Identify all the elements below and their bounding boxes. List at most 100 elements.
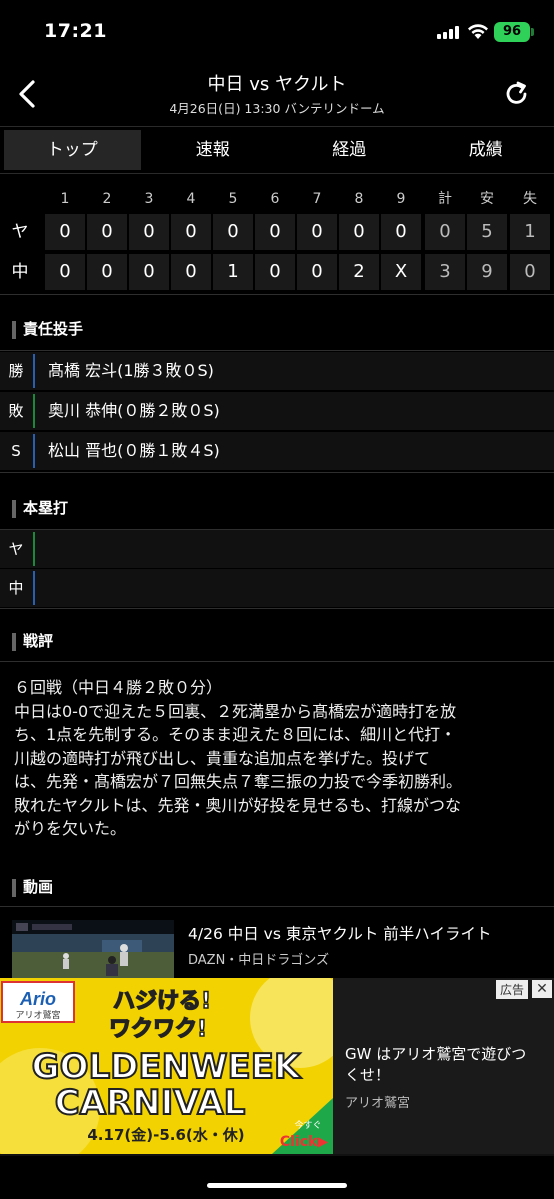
video-item[interactable]: 4/26 中日 vs 東京ヤクルト 前半ハイライト DAZN・中日ドラゴンズ — [0, 912, 554, 980]
team-color-stripe — [33, 571, 35, 605]
inning-score: 0 — [171, 254, 211, 290]
inning-score: 0 — [87, 214, 127, 250]
ad-label: 広告 — [495, 980, 528, 999]
divider — [0, 906, 554, 907]
game-review-text: ６回戦（中日４勝２敗０分） 中日は0-0で迎えた５回裏、２死満塁から髙橋宏が適時… — [14, 676, 542, 841]
home-indicator[interactable] — [207, 1183, 347, 1188]
homerun-row-away: ヤ — [0, 530, 554, 568]
inning-score: 0 — [129, 254, 169, 290]
review-line: は、先発・髙橋宏が７回無失点７奪三振の力投で今季初勝利。 — [14, 772, 463, 791]
section-title: 戦評 — [23, 632, 54, 650]
inning-score: 0 — [45, 214, 85, 250]
video-thumbnail[interactable] — [12, 920, 174, 980]
ad-logo: Ario — [19, 989, 56, 1009]
divider — [0, 472, 554, 473]
tab-live[interactable]: 速報 — [145, 127, 282, 173]
team-abbrev: 中 — [8, 579, 24, 597]
homerun-row-home: 中 — [0, 569, 554, 607]
review-line: 中日は0-0で迎えた５回裏、２死満塁から髙橋宏が適時打を放 — [14, 701, 457, 721]
ad-cta: Click▶ — [280, 1134, 328, 1150]
ad-logo-sub: アリオ鷲宮 — [15, 1009, 60, 1021]
errors-header: 失 — [523, 191, 537, 207]
section-marker — [12, 633, 16, 651]
ad-dates: 4.17(金)-5.6(水・休) — [87, 1126, 244, 1144]
ad-image[interactable]: Ario アリオ鷲宮 ハジける! ワクワク! GOLDENWEEK CARNIV… — [0, 978, 333, 1154]
pitcher-name: 髙橋 宏斗(1勝３敗０S) — [48, 361, 214, 380]
tab-stats[interactable]: 成績 — [418, 127, 554, 173]
section-header-homeruns: 本塁打 — [0, 491, 554, 527]
status-time: 17:21 — [44, 20, 107, 42]
video-title[interactable]: 4/26 中日 vs 東京ヤクルト 前半ハイライト — [188, 922, 492, 944]
divider — [0, 608, 554, 609]
inning-header: 6 — [270, 191, 280, 207]
game-header: 中日 vs ヤクルト 4月26日(日) 13:30 バンテリンドーム — [0, 62, 554, 124]
review-line: 敗れたヤクルトは、先発・奥川が好投を見せるも、打線がつな — [14, 795, 462, 815]
team-color-stripe — [33, 354, 35, 388]
total-runs: 0 — [425, 214, 465, 250]
section-title: 本塁打 — [23, 499, 69, 517]
tab-progress[interactable]: 経過 — [281, 127, 418, 173]
review-line: がりを欠いた。 — [14, 819, 127, 838]
hits-header: 安 — [480, 191, 494, 207]
pitcher-row-loss[interactable]: 敗 奥川 恭伸(０勝２敗０S) — [0, 392, 554, 430]
section-title: 責任投手 — [23, 320, 84, 338]
team-abbrev: ヤ — [8, 540, 24, 558]
inning-score: 0 — [381, 214, 421, 250]
inning-score: 0 — [255, 214, 295, 250]
inning-score: 0 — [87, 254, 127, 290]
divider — [0, 350, 554, 351]
pitcher-row-win[interactable]: 勝 髙橋 宏斗(1勝３敗０S) — [0, 352, 554, 390]
tab-bar: トップ 速報 経過 成績 — [0, 126, 554, 174]
cellular-signal-icon — [437, 26, 459, 39]
inning-header: 9 — [396, 191, 406, 207]
section-header-pitchers: 責任投手 — [0, 312, 554, 348]
battery-nub — [531, 28, 534, 36]
team-color-stripe — [33, 434, 35, 468]
inning-header: 4 — [186, 191, 196, 207]
errors: 1 — [510, 214, 550, 250]
divider — [0, 661, 554, 662]
ad-text-panel[interactable]: GW はアリオ鷲宮で遊びつくせ！ アリオ鷲宮 — [333, 978, 554, 1154]
pitcher-name: 松山 晋也(０勝１敗４S) — [48, 441, 220, 460]
scoreboard-row-home: 中 0 0 0 0 1 0 0 2 X 3 9 0 — [0, 254, 554, 290]
errors: 0 — [510, 254, 550, 290]
review-line: ち、1点を先制する。そのまま迎えた８回には、細川と代打・ — [14, 725, 457, 744]
section-marker — [12, 321, 16, 339]
inning-score: 0 — [339, 214, 379, 250]
team-abbrev: 中 — [11, 262, 29, 282]
ad-tagline-1: ハジける! — [113, 989, 211, 1014]
inning-header: 5 — [228, 191, 238, 207]
ad-artwork: Ario アリオ鷲宮 ハジける! ワクワク! GOLDENWEEK CARNIV… — [0, 978, 333, 1154]
section-marker — [12, 879, 16, 897]
ad-cta-small: 今すぐ — [294, 1119, 321, 1131]
scoreboard-row-away: ヤ 0 0 0 0 0 0 0 0 0 0 5 1 — [0, 214, 554, 250]
refresh-icon[interactable] — [500, 76, 534, 112]
hits: 9 — [467, 254, 507, 290]
pitcher-name: 奥川 恭伸(０勝２敗０S) — [48, 401, 220, 420]
inning-header: 1 — [60, 191, 70, 207]
inning-header: 3 — [144, 191, 154, 207]
inning-score: 0 — [213, 214, 253, 250]
ad-title[interactable]: GW はアリオ鷲宮で遊びつくせ！ — [345, 1044, 535, 1086]
inning-score: 0 — [255, 254, 295, 290]
inning-header: 2 — [102, 191, 112, 207]
inning-score: X — [381, 254, 421, 290]
inning-header: 7 — [312, 191, 322, 207]
scoreboard-header-row: 1 2 3 4 5 6 7 8 9 計 安 失 — [0, 186, 554, 212]
video-source: DAZN・中日ドラゴンズ — [188, 953, 330, 968]
result-tag: S — [11, 442, 21, 460]
status-bar: 17:21 96 — [0, 0, 554, 62]
pitcher-row-save[interactable]: S 松山 晋也(０勝１敗４S) — [0, 432, 554, 470]
tab-top[interactable]: トップ — [4, 130, 141, 170]
total-runs: 3 — [425, 254, 465, 290]
result-tag: 敗 — [8, 402, 24, 420]
game-info: 4月26日(日) 13:30 バンテリンドーム — [169, 101, 385, 116]
review-line: ６回戦（中日４勝２敗０分） — [14, 678, 223, 697]
team-color-stripe — [33, 532, 35, 566]
close-icon[interactable]: ✕ — [532, 980, 552, 998]
team-abbrev: ヤ — [11, 222, 29, 242]
review-line: 川越の適時打が飛び出し、貴重な追加点を挙げた。投げて — [14, 748, 431, 768]
ad-tagline-2: ワクワク! — [109, 1017, 207, 1042]
ad-banner[interactable]: Ario アリオ鷲宮 ハジける! ワクワク! GOLDENWEEK CARNIV… — [0, 978, 554, 1156]
inning-score: 2 — [339, 254, 379, 290]
